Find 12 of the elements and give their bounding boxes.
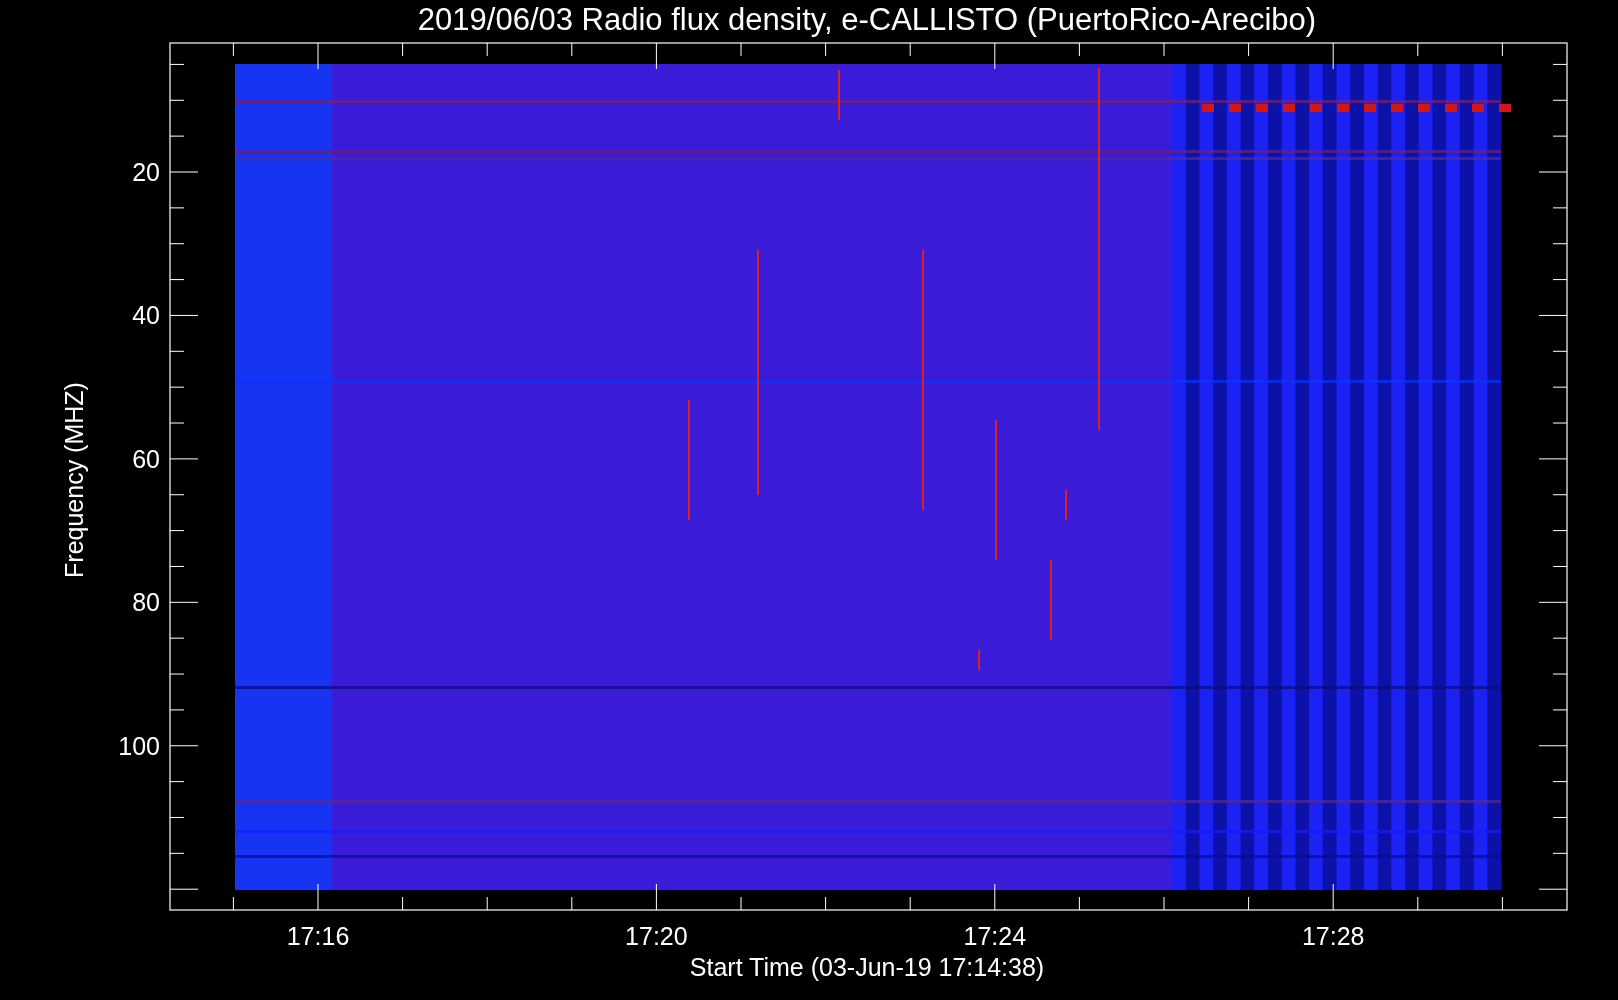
- y-axis-label: Frequency (MHZ): [60, 382, 88, 578]
- x-tick-label: 17:24: [963, 922, 1027, 950]
- x-axis-label: Start Time (03-Jun-19 17:14:38): [689, 953, 1045, 981]
- y-tick-label: 100: [118, 731, 160, 760]
- y-tick-label: 20: [132, 158, 160, 186]
- y-tick-label: 80: [132, 588, 160, 617]
- y-tick-label: 40: [132, 301, 160, 330]
- x-tick-label: 17:20: [625, 922, 688, 950]
- x-tick-label: 17:28: [1301, 922, 1365, 950]
- x-tick-label: 17:16: [286, 922, 350, 950]
- chart-title: 2019/06/03 Radio flux density, e-CALLISTO (PuertoRico-Arecibo): [417, 2, 1317, 37]
- y-tick-label: 60: [132, 444, 160, 473]
